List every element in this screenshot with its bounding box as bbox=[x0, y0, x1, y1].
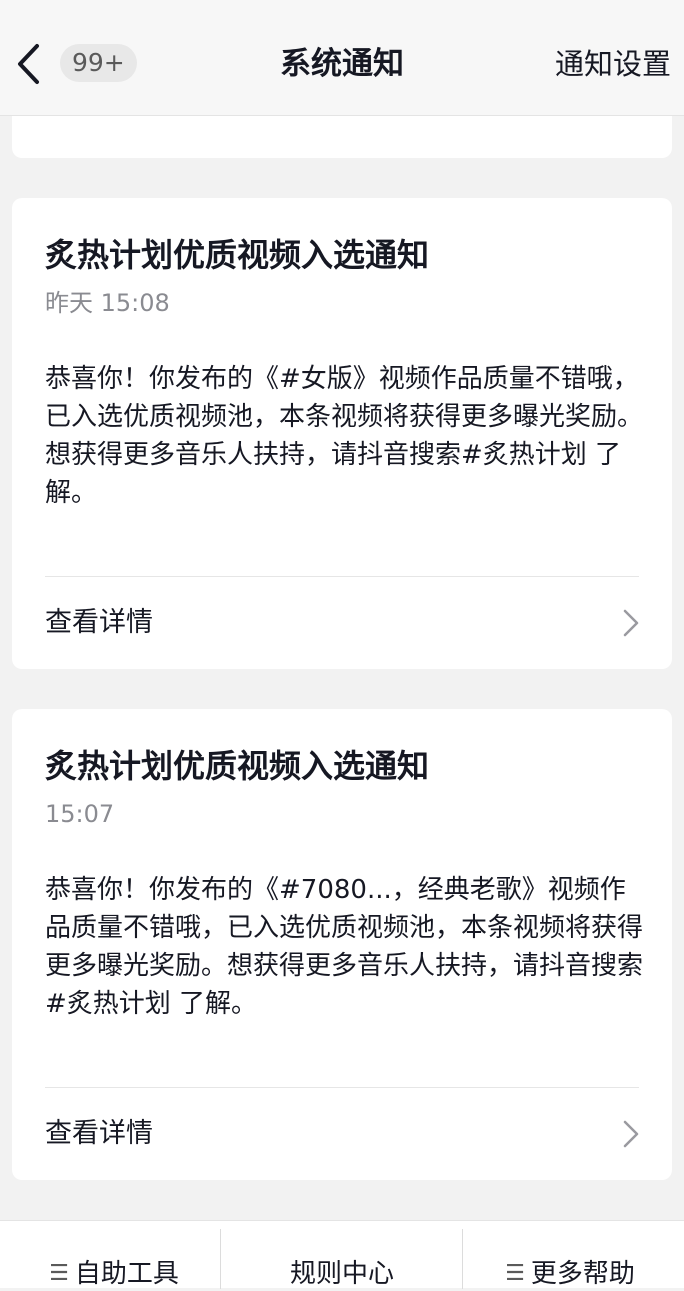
notification-card: 炙热计划优质视频入选通知 15:07 恭喜你！你发布的《#7080...，经典老… bbox=[12, 709, 672, 1180]
notification-title: 炙热计划优质视频入选通知 bbox=[45, 236, 430, 274]
notification-time: 昨天 15:08 bbox=[45, 289, 170, 317]
view-details-label: 查看详情 bbox=[45, 1118, 153, 1149]
self-service-tools-button[interactable]: ☰ 自助工具 bbox=[0, 1221, 228, 1289]
notification-body: 恭喜你！你发布的《#7080...，经典老歌》视频作品质量不错哦，已入选优质视频… bbox=[45, 875, 644, 1019]
bar-item-label: 更多帮助 bbox=[530, 1259, 635, 1289]
notification-list[interactable]: 炙热计划优质视频入选通知 昨天 15:08 恭喜你！你发布的《#女版》视频作品质… bbox=[0, 116, 684, 1220]
chevron-left-icon bbox=[18, 44, 39, 84]
chevron-right-icon bbox=[623, 1120, 639, 1148]
chevron-right-icon bbox=[623, 609, 639, 637]
unread-count-badge: 99+ bbox=[60, 44, 137, 82]
rules-center-button[interactable]: 规则中心 bbox=[228, 1221, 456, 1289]
notification-body: 恭喜你！你发布的《#女版》视频作品质量不错哦，已入选优质视频池，本条视频将获得更… bbox=[45, 364, 644, 508]
notification-card: 炙热计划优质视频入选通知 昨天 15:08 恭喜你！你发布的《#女版》视频作品质… bbox=[12, 198, 672, 669]
page-title: 系统通知 bbox=[280, 46, 404, 82]
bar-item-label: 规则中心 bbox=[289, 1259, 394, 1289]
menu-icon: ☰ bbox=[505, 1261, 525, 1286]
separator bbox=[220, 1229, 221, 1289]
notification-title: 炙热计划优质视频入选通知 bbox=[45, 747, 430, 785]
view-details-link[interactable]: 查看详情 bbox=[12, 577, 672, 669]
view-details-link[interactable]: 查看详情 bbox=[12, 1088, 672, 1180]
previous-card-fragment bbox=[12, 116, 672, 158]
notification-settings-button[interactable]: 通知设置 bbox=[555, 38, 671, 90]
notification-time: 15:07 bbox=[45, 800, 115, 828]
bottom-menu-bar: ☰ 自助工具 规则中心 ☰ 更多帮助 bbox=[0, 1220, 684, 1289]
bar-item-label: 自助工具 bbox=[74, 1259, 179, 1289]
view-details-label: 查看详情 bbox=[45, 607, 153, 638]
menu-icon: ☰ bbox=[49, 1261, 69, 1286]
back-button[interactable] bbox=[6, 34, 50, 94]
top-nav-bar: 99+ 系统通知 通知设置 bbox=[0, 0, 684, 116]
more-help-button[interactable]: ☰ 更多帮助 bbox=[456, 1221, 684, 1289]
